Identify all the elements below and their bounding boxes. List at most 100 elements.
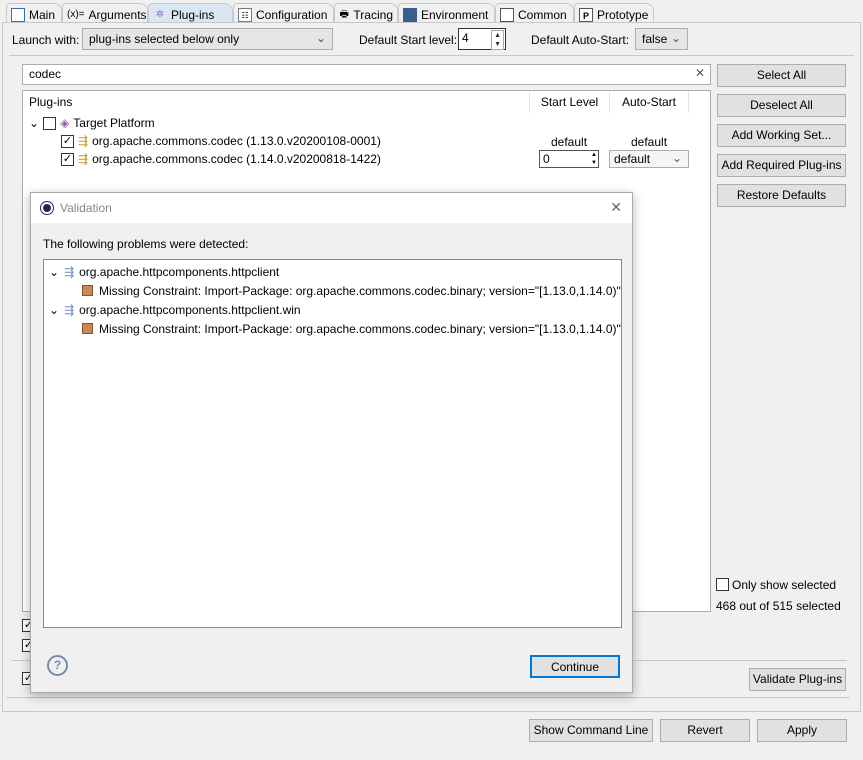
- main-icon: [11, 8, 25, 22]
- start-level-spinner[interactable]: 4 ▲ ▼: [458, 28, 506, 50]
- filter-value: codec: [29, 67, 62, 81]
- combo-value: false: [642, 32, 668, 46]
- separator: [9, 55, 854, 56]
- select-all-button[interactable]: Select All: [717, 64, 846, 87]
- start-level-label: Default Start level:: [359, 33, 458, 47]
- auto-start-editor[interactable]: default ⌄: [609, 150, 689, 168]
- tab-label: Common: [518, 8, 567, 22]
- problem-bundle-row[interactable]: ⌄ ⇶ org.apache.httpcomponents.httpclient: [49, 263, 621, 280]
- dialog-title: Validation: [60, 201, 112, 215]
- plugin-icon: ⇶: [78, 152, 89, 166]
- plugin-icon: ⇶: [78, 134, 89, 148]
- tab-label: Arguments: [88, 8, 147, 22]
- package-icon: [82, 285, 93, 296]
- revert-button[interactable]: Revert: [660, 719, 750, 742]
- validation-dialog: Validation ✕ The following problems were…: [30, 192, 633, 693]
- checkbox-checked[interactable]: ✓: [61, 134, 74, 148]
- target-platform-icon: ◈: [60, 116, 70, 130]
- spinner-value: 4: [462, 31, 469, 45]
- chevron-down-icon[interactable]: ⌄: [29, 116, 39, 130]
- tab-label: Prototype: [597, 8, 649, 22]
- separator: [6, 697, 850, 698]
- tab-label: Plug-ins: [171, 8, 215, 22]
- chevron-down-icon: ⌄: [671, 151, 682, 165]
- problems-tree[interactable]: ⌄ ⇶ org.apache.httpcomponents.httpclient M…: [43, 259, 622, 628]
- x-equals-icon: (x)=: [67, 9, 85, 20]
- add-working-set-button[interactable]: Add Working Set...: [717, 124, 846, 147]
- tab-label: Environment: [421, 8, 489, 22]
- tab-arguments[interactable]: (x)= Arguments: [62, 3, 148, 23]
- tab-main[interactable]: Main: [6, 3, 62, 23]
- chevron-down-icon: ⌄: [315, 31, 326, 45]
- tree-row-target-platform[interactable]: ⌄ ◈ Target Platform: [29, 116, 155, 130]
- column-header-auto-start[interactable]: Auto-Start: [609, 91, 689, 113]
- spinner-arrows-icon[interactable]: ▲ ▼: [491, 30, 504, 50]
- tab-common[interactable]: Common: [495, 3, 574, 23]
- bundle-name: org.apache.httpcomponents.httpclient.win: [79, 302, 301, 317]
- column-header-plugins[interactable]: Plug-ins: [29, 95, 72, 109]
- plugin-icon: ✲: [155, 9, 165, 20]
- chevron-down-icon[interactable]: ⌄: [49, 303, 59, 317]
- dialog-title-bar: Validation ✕: [31, 193, 632, 223]
- close-icon[interactable]: ✕: [610, 199, 622, 216]
- table-row[interactable]: ✓ ⇶ org.apache.commons.codec (1.13.0.v20…: [61, 134, 381, 148]
- tab-label: Main: [29, 8, 56, 22]
- editor-value: 0: [543, 152, 550, 166]
- environment-icon: [403, 8, 417, 22]
- tracing-icon: 🖶: [339, 9, 349, 20]
- plugin-icon: ⇶: [64, 302, 75, 317]
- continue-button[interactable]: Continue: [530, 655, 620, 678]
- tab-tracing[interactable]: 🖶 Tracing: [334, 3, 398, 23]
- column-header-start-level[interactable]: Start Level: [529, 91, 609, 113]
- combo-value: default: [614, 152, 651, 166]
- launch-with-label: Launch with:: [12, 33, 80, 47]
- tab-plug-ins[interactable]: ✲ Plug-ins: [148, 3, 233, 23]
- config-icon: ☷: [238, 8, 252, 22]
- selected-count: 468 out of 515 selected: [716, 599, 841, 613]
- only-show-selected-checkbox[interactable]: [716, 578, 729, 591]
- tab-configuration[interactable]: ☷ Configuration: [233, 3, 334, 23]
- tab-prototype[interactable]: P Prototype: [574, 3, 654, 23]
- restore-defaults-button[interactable]: Restore Defaults: [717, 184, 846, 207]
- auto-start-combo[interactable]: false ⌄: [635, 28, 688, 50]
- launch-with-combo[interactable]: plug-ins selected below only ⌄: [82, 28, 333, 50]
- problem-detail: Missing Constraint: Import-Package: org.…: [99, 283, 621, 298]
- problem-bundle-row[interactable]: ⌄ ⇶ org.apache.httpcomponents.httpclient.w…: [49, 301, 621, 318]
- start-level-editor[interactable]: 0 ▲ ▼: [539, 150, 599, 168]
- plugin-name: org.apache.commons.codec (1.13.0.v202001…: [92, 134, 381, 148]
- problem-detail: Missing Constraint: Import-Package: org.…: [99, 321, 621, 336]
- combo-value: plug-ins selected below only: [89, 32, 240, 46]
- prototype-icon: P: [579, 8, 593, 22]
- help-icon[interactable]: ?: [47, 655, 68, 676]
- tab-environment[interactable]: Environment: [398, 3, 495, 23]
- package-icon: [82, 323, 93, 334]
- chevron-down-icon[interactable]: ⌄: [49, 265, 59, 279]
- apply-button[interactable]: Apply: [757, 719, 847, 742]
- spinner-arrows-icon[interactable]: ▲ ▼: [591, 151, 597, 167]
- checkbox[interactable]: [43, 116, 57, 130]
- clear-icon[interactable]: ✕: [695, 66, 705, 80]
- deselect-all-button[interactable]: Deselect All: [717, 94, 846, 117]
- common-icon: [500, 8, 514, 22]
- table-row[interactable]: ✓ ⇶ org.apache.commons.codec (1.14.0.v20…: [61, 152, 381, 166]
- checkbox-checked[interactable]: ✓: [61, 152, 74, 166]
- only-show-selected-label[interactable]: Only show selected: [732, 578, 836, 592]
- filter-input[interactable]: codec ✕: [22, 64, 711, 85]
- tab-label: Configuration: [256, 8, 328, 22]
- problem-detail-row[interactable]: Missing Constraint: Import-Package: org.…: [82, 320, 621, 337]
- auto-start-label: Default Auto-Start:: [531, 33, 630, 47]
- bundle-name: org.apache.httpcomponents.httpclient: [79, 264, 280, 279]
- start-level-value[interactable]: default: [551, 135, 587, 149]
- dialog-message: The following problems were detected:: [43, 237, 249, 251]
- plugin-icon: ⇶: [64, 264, 75, 279]
- validate-plugins-button[interactable]: Validate Plug-ins: [749, 668, 846, 691]
- tab-label: Tracing: [353, 8, 393, 22]
- show-command-line-button[interactable]: Show Command Line: [529, 719, 653, 742]
- problem-detail-row[interactable]: Missing Constraint: Import-Package: org.…: [82, 282, 621, 299]
- eclipse-icon: [41, 202, 53, 214]
- auto-start-value[interactable]: default: [631, 135, 667, 149]
- plugin-name: org.apache.commons.codec (1.14.0.v202008…: [92, 152, 381, 166]
- add-required-plugins-button[interactable]: Add Required Plug-ins: [717, 154, 846, 177]
- chevron-down-icon: ⌄: [670, 31, 681, 45]
- tree-label: Target Platform: [73, 116, 155, 130]
